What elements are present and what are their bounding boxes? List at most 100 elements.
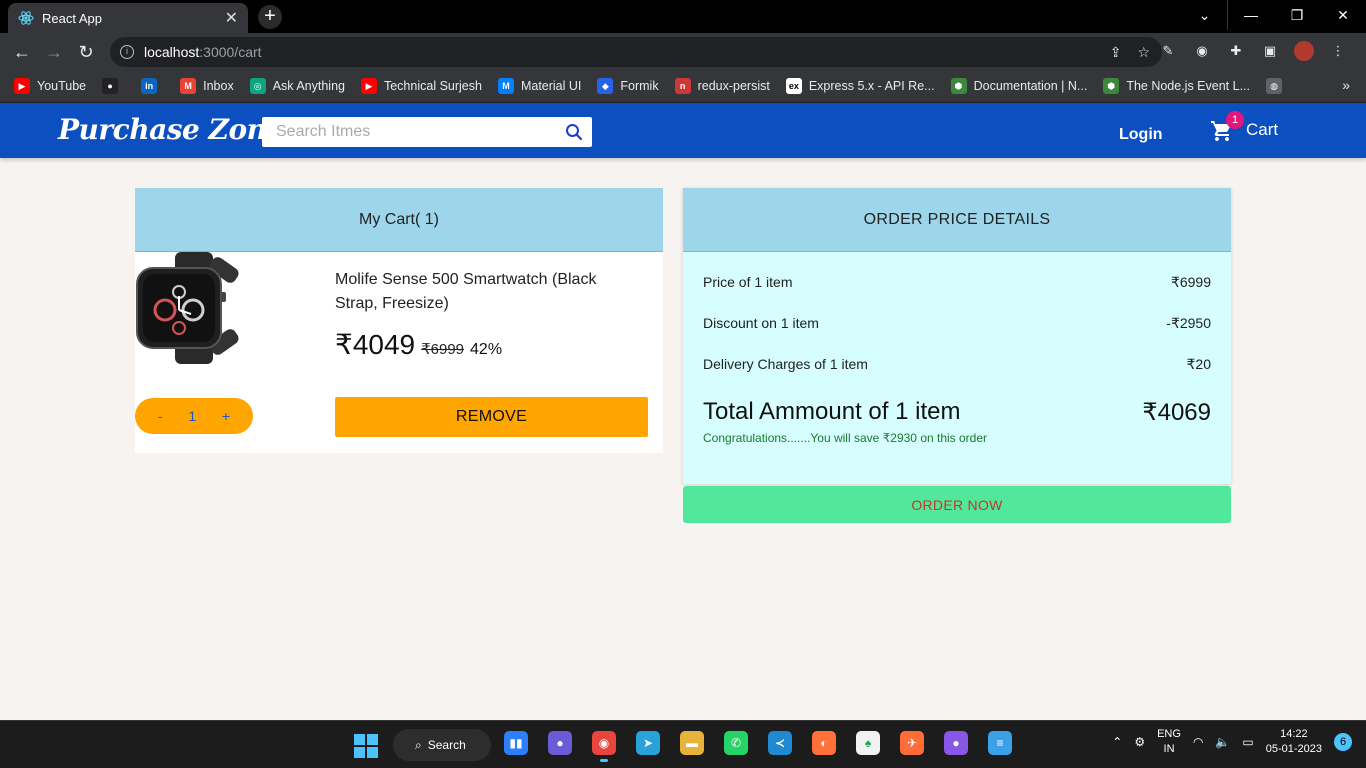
increase-quantity-button[interactable]: + — [222, 408, 230, 424]
cart-count-badge: 1 — [1226, 111, 1244, 129]
network-app-icon[interactable]: ⚙ — [1134, 735, 1145, 749]
forward-arrow-icon[interactable]: → — [42, 40, 66, 64]
mui-icon: M — [497, 78, 514, 94]
remove-button[interactable]: REMOVE — [335, 397, 648, 437]
volume-icon[interactable]: 🔈 — [1215, 735, 1230, 749]
price-row: ₹4049 ₹6999 42% — [335, 328, 502, 361]
battery-icon[interactable]: ▭ — [1242, 735, 1253, 749]
bookmark-item[interactable]: M Inbox — [180, 78, 234, 94]
restore-icon[interactable]: ❐ — [1274, 0, 1320, 30]
tray-chevron-icon[interactable]: ⌃ — [1112, 735, 1122, 749]
bookmark-item[interactable]: in — [141, 78, 164, 94]
cart-icon: 1 — [1210, 111, 1244, 145]
decrease-quantity-button[interactable]: - — [158, 408, 163, 424]
search-icon[interactable] — [556, 123, 592, 141]
telegram-icon[interactable]: ➤ — [636, 731, 660, 755]
savings-message: Congratulations.......You will save ₹293… — [703, 431, 988, 445]
file-explorer-icon[interactable]: ▬ — [680, 731, 704, 755]
bookmark-label: The Node.js Event L... — [1126, 79, 1250, 93]
total-value: ₹4069 — [1142, 399, 1211, 426]
chrome-icon[interactable]: ◉ — [592, 731, 616, 762]
product-image[interactable] — [135, 252, 245, 364]
postman-icon[interactable]: ✈ — [900, 731, 924, 755]
login-button[interactable]: Login — [1119, 126, 1163, 144]
order-now-button[interactable]: ORDER NOW — [683, 486, 1231, 523]
extensions-puzzle-icon[interactable]: ✚ — [1226, 41, 1246, 61]
tab-close-icon[interactable]: ✕ — [225, 8, 238, 28]
price-line-value: ₹6999 — [1170, 274, 1211, 290]
mongodb-icon[interactable]: ♠ — [856, 731, 880, 755]
address-bar: ← → ↻ i localhost:3000/cart ⇪ ☆ ✎ ◉ ✚ ▣ … — [0, 33, 1366, 70]
browser-toolbar: ✎ ◉ ✚ ▣ ⋮ — [1158, 41, 1348, 61]
language-region: IN — [1163, 743, 1175, 755]
bookmark-item[interactable]: ⬢ The Node.js Event L... — [1103, 78, 1250, 94]
side-panel-icon[interactable]: ▣ — [1260, 41, 1280, 61]
search-input[interactable] — [262, 117, 556, 147]
bookmark-item[interactable]: ◆ Formik — [597, 78, 659, 94]
browser-tab-strip: React App ✕ + ⌄ — ❐ ✕ — [0, 0, 1366, 33]
bookmark-item[interactable]: ▶ YouTube — [14, 78, 86, 94]
taskbar-search-icon: ⌕ — [415, 737, 422, 752]
new-tab-button[interactable]: + — [258, 5, 282, 29]
clock-date: 05-01-2023 — [1265, 743, 1322, 755]
url-field[interactable]: i localhost:3000/cart ⇪ ☆ — [110, 37, 1162, 67]
bookmark-item[interactable]: n redux-persist — [674, 78, 770, 94]
share-icon[interactable]: ⇪ — [1110, 44, 1122, 61]
discount-line: Discount on 1 item -₹2950 — [703, 315, 1211, 332]
language-indicator[interactable]: ENG IN — [1157, 727, 1181, 757]
back-arrow-icon[interactable]: ← — [10, 40, 34, 64]
vscode-icon[interactable]: ≺ — [768, 731, 792, 755]
notification-badge[interactable]: 6 — [1334, 733, 1352, 751]
wifi-icon[interactable]: ◠ — [1193, 735, 1203, 749]
reload-icon[interactable]: ↻ — [74, 40, 98, 64]
price-original: ₹6999 — [421, 341, 465, 358]
nodejs-icon: ⬢ — [1103, 78, 1120, 94]
bookmarks-overflow-icon[interactable]: » — [1342, 77, 1350, 93]
cart-title: My Cart( 1) — [135, 188, 663, 252]
window-controls: ⌄ — ❐ ✕ — [1182, 0, 1366, 30]
bookmark-label: Express 5.x - API Re... — [808, 79, 935, 93]
firefox-icon[interactable]: ◐ — [812, 731, 836, 755]
bookmark-item[interactable]: ◎ Ask Anything — [249, 78, 345, 94]
nodejs-icon: ⬢ — [950, 78, 967, 94]
bookmark-label: redux-persist — [697, 79, 770, 93]
extension-circle-icon[interactable]: ◉ — [1192, 41, 1212, 61]
bookmark-item[interactable]: ex Express 5.x - API Re... — [785, 78, 935, 94]
taskbar-apps: ▮▮ ● ◉ ➤ ▬ ✆ ≺ ◐ ♠ ✈ ● ≡ — [504, 731, 1012, 762]
price-current: ₹4049 — [335, 329, 416, 360]
cart-item: Molife Sense 500 Smartwatch (Black Strap… — [135, 252, 663, 453]
browser-tab-active[interactable]: React App ✕ — [8, 3, 248, 33]
bookmark-item[interactable]: ● — [102, 78, 125, 94]
product-name[interactable]: Molife Sense 500 Smartwatch (Black Strap… — [335, 268, 635, 316]
browser-menu-icon[interactable]: ⋮ — [1328, 41, 1348, 61]
taskbar-search[interactable]: ⌕ Search — [393, 729, 491, 761]
tab-title: React App — [42, 10, 102, 26]
discount-line-value: -₹2950 — [1166, 315, 1211, 331]
minimize-icon[interactable]: — — [1228, 0, 1274, 30]
clock[interactable]: 14:22 05-01-2023 — [1266, 727, 1322, 757]
extension-pen-icon[interactable]: ✎ — [1158, 41, 1178, 61]
site-info-icon[interactable]: i — [120, 45, 134, 59]
github-desktop-icon[interactable]: ● — [944, 731, 968, 755]
bookmark-item[interactable]: ⬢ Documentation | N... — [950, 78, 1087, 94]
github-icon: ● — [102, 78, 119, 94]
chatgpt-icon: ◎ — [249, 78, 266, 94]
profile-avatar[interactable] — [1294, 41, 1314, 61]
bookmark-label: Ask Anything — [272, 79, 345, 93]
task-view-icon[interactable]: ▮▮ — [504, 731, 528, 755]
windows-start-icon[interactable] — [354, 734, 378, 758]
discount-percent: 42% — [470, 341, 503, 358]
order-price-panel: ORDER PRICE DETAILS Price of 1 item ₹699… — [683, 188, 1231, 484]
site-logo[interactable]: Purchase Zone — [58, 113, 284, 146]
bookmark-star-icon[interactable]: ☆ — [1137, 44, 1150, 61]
meet-icon[interactable]: ● — [548, 731, 572, 755]
tab-search-chevron-icon[interactable]: ⌄ — [1182, 0, 1228, 30]
bookmark-item[interactable]: M Material UI — [497, 78, 581, 94]
notepad-icon[interactable]: ≡ — [988, 731, 1012, 755]
bookmark-item[interactable]: ▶ Technical Surjesh — [360, 78, 482, 94]
whatsapp-icon[interactable]: ✆ — [724, 731, 748, 755]
close-window-icon[interactable]: ✕ — [1320, 0, 1366, 30]
bookmark-label: Inbox — [203, 79, 234, 93]
cart-button[interactable]: 1 Cart — [1210, 111, 1278, 145]
bookmark-item[interactable]: ◍ — [1266, 78, 1289, 94]
